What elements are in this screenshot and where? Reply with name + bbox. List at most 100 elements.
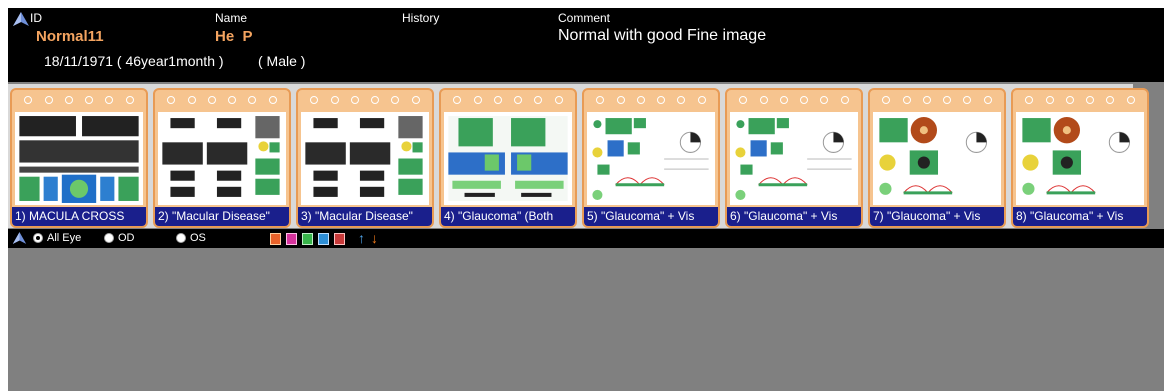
radio-unchecked-icon [104,233,114,243]
report-card-label: 3) "Macular Disease" [298,207,432,226]
binder-ring-icon [207,96,216,104]
report-preview-image [1022,117,1131,195]
binder-ring-icon [350,96,359,104]
binder-ring-icon [739,96,748,104]
binder-ring-icon [248,96,257,104]
os-radio[interactable]: OS [176,232,206,244]
binder-rings [12,93,146,107]
report-card[interactable]: 3) "Macular Disease" [296,88,434,228]
all-eye-radio[interactable]: All Eye [33,232,81,244]
report-card-label: 1) MACULA CROSS [12,207,146,226]
comment-text: Normal with good Fine image [558,27,767,44]
binder-ring-icon [596,96,605,104]
delete-icon[interactable] [334,233,345,245]
binder-ring-icon [902,96,911,104]
binder-ring-icon [1126,96,1135,104]
binder-ring-icon [371,96,380,104]
binder-ring-icon [1086,96,1095,104]
app-logo-icon[interactable] [12,11,30,27]
binder-ring-icon [167,96,176,104]
app-logo-icon[interactable] [12,231,27,245]
binder-ring-icon [759,96,768,104]
report-thumbnail-strip: 1) MACULA CROSS 2) "Macular Disease" 3) "M… [8,84,1149,228]
report-preview-image [19,116,139,203]
patient-name: He P [215,28,253,45]
report-thumbnail[interactable] [444,112,572,205]
report-preview-image [879,117,988,195]
comment-label: Comment [558,11,611,25]
binder-ring-icon [983,96,992,104]
binder-rings [1013,93,1147,107]
binder-ring-icon [636,96,645,104]
move-up-arrow-icon[interactable]: ↑ [358,230,365,246]
binder-ring-icon [534,96,543,104]
report-card-label: 2) "Macular Disease" [155,207,289,226]
report-card-label: 4) "Glaucoma" (Both [441,207,575,226]
green-report-icon[interactable] [302,233,313,245]
binder-ring-icon [1106,96,1115,104]
eye-filter-toolbar: All Eye OD OS ↑ ↓ [8,229,1164,248]
binder-ring-icon [310,96,319,104]
report-card-label: 6) "Glaucoma" + Vis [727,207,861,226]
pink-report-icon[interactable] [286,233,297,245]
binder-ring-icon [24,96,33,104]
all-eye-label: All Eye [47,232,82,244]
report-card-label: 8) "Glaucoma" + Vis [1013,207,1147,226]
od-radio[interactable]: OD [104,232,135,244]
binder-ring-icon [554,96,563,104]
report-thumbnail[interactable] [730,112,858,205]
app-window: ID Normal11 Name He P History Comment No… [8,8,1164,391]
binder-ring-icon [473,96,482,104]
report-preview-image [162,116,280,197]
blue-report-icon[interactable] [318,233,329,245]
binder-ring-icon [616,96,625,104]
binder-rings [155,93,289,107]
binder-rings [584,93,718,107]
binder-ring-icon [330,96,339,104]
binder-ring-icon [657,96,666,104]
binder-ring-icon [493,96,502,104]
report-card[interactable]: 6) "Glaucoma" + Vis [725,88,863,228]
report-card[interactable]: 5) "Glaucoma" + Vis [582,88,720,228]
patient-id: Normal11 [36,28,104,45]
report-card-label: 5) "Glaucoma" + Vis [584,207,718,226]
report-card[interactable]: 4) "Glaucoma" (Both [439,88,577,228]
binder-ring-icon [677,96,686,104]
binder-ring-icon [800,96,809,104]
radio-checked-icon [33,233,43,243]
binder-ring-icon [187,96,196,104]
binder-ring-icon [391,96,400,104]
binder-ring-icon [840,96,849,104]
binder-ring-icon [922,96,931,104]
report-preview-image [592,118,709,200]
report-thumbnail[interactable] [15,112,143,205]
binder-ring-icon [779,96,788,104]
binder-ring-icon [1045,96,1054,104]
binder-ring-icon [44,96,53,104]
report-card[interactable]: 1) MACULA CROSS [10,88,148,228]
binder-ring-icon [943,96,952,104]
report-thumbnail[interactable] [301,112,429,205]
binder-rings [298,93,432,107]
binder-rings [441,93,575,107]
export-icon[interactable] [270,233,281,245]
radio-unchecked-icon [176,233,186,243]
report-thumbnail[interactable] [1016,112,1144,205]
binder-ring-icon [64,96,73,104]
binder-ring-icon [105,96,114,104]
binder-ring-icon [268,96,277,104]
report-card[interactable]: 8) "Glaucoma" + Vis [1011,88,1149,228]
name-label: Name [215,11,248,25]
report-card[interactable]: 2) "Macular Disease" [153,88,291,228]
binder-ring-icon [1065,96,1074,104]
patient-sex: ( Male ) [258,53,306,69]
report-thumbnail[interactable] [158,112,286,205]
binder-ring-icon [820,96,829,104]
report-thumbnail[interactable] [587,112,715,205]
move-down-arrow-icon[interactable]: ↓ [371,230,378,246]
patient-header: ID Normal11 Name He P History Comment No… [8,8,1164,82]
binder-ring-icon [697,96,706,104]
report-card[interactable]: 7) "Glaucoma" + Vis [868,88,1006,228]
report-preview-image [735,118,852,200]
report-thumbnail[interactable] [873,112,1001,205]
